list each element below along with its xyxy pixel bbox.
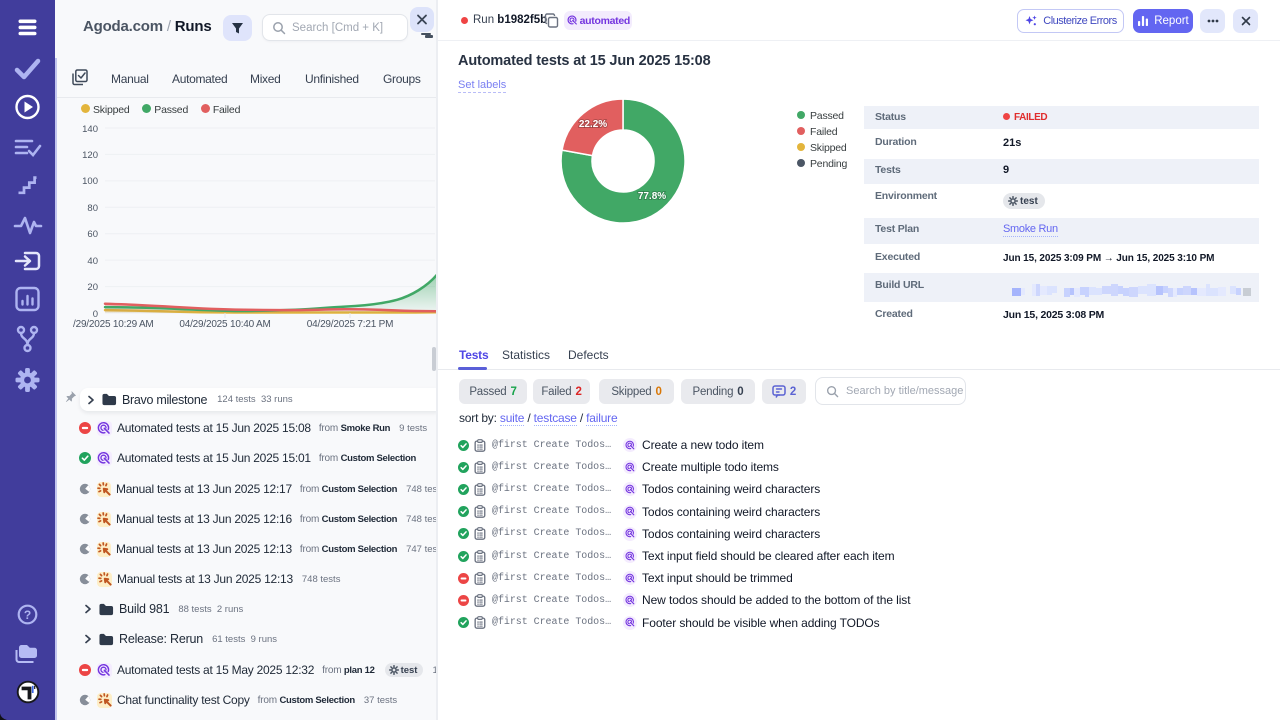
- svg-text:140: 140: [82, 124, 98, 135]
- svg-text:04/29/2025 10:40 AM: 04/29/2025 10:40 AM: [179, 319, 270, 330]
- svg-text:77.8%: 77.8%: [638, 191, 666, 202]
- svg-text:?: ?: [24, 608, 31, 622]
- svg-text:22.2%: 22.2%: [579, 119, 607, 130]
- svg-text:40: 40: [87, 256, 98, 267]
- svg-text:60: 60: [87, 229, 98, 240]
- svg-text:20: 20: [87, 282, 98, 293]
- svg-text:120: 120: [82, 150, 98, 161]
- svg-text:100: 100: [82, 176, 98, 187]
- svg-text:80: 80: [87, 203, 98, 214]
- svg-text:04/29/2025 7:21 PM: 04/29/2025 7:21 PM: [307, 319, 393, 330]
- svg-text:/29/2025 10:29 AM: /29/2025 10:29 AM: [73, 319, 154, 330]
